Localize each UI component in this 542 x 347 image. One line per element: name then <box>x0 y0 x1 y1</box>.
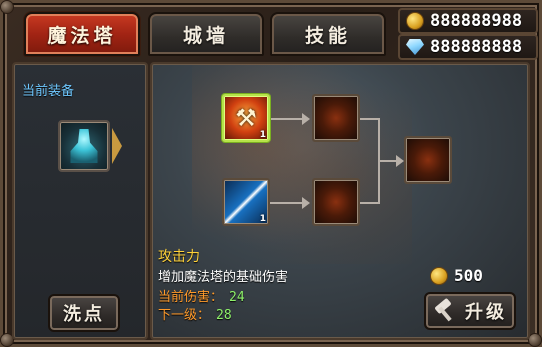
chevron-right-icon <box>112 128 122 164</box>
gold-display: 888888988 <box>398 8 538 34</box>
next-level-label: 下一级： <box>158 308 211 323</box>
diamond-icon <box>406 39 424 55</box>
gold-coin-icon <box>406 12 424 30</box>
fire-axe-icon: ⚒ <box>235 104 257 132</box>
hammer-icon <box>433 297 455 322</box>
current-damage-row: 当前伤害： 24 <box>158 286 245 305</box>
skill-level: 1 <box>259 214 266 224</box>
skill-node-lightning[interactable]: 1 <box>222 178 270 226</box>
tab-skills[interactable]: 技能 <box>270 12 386 56</box>
skill-node-axe[interactable]: ⚒ 1 <box>222 94 270 142</box>
upgrade-cost-value: 500 <box>454 266 483 285</box>
next-level-value: 28 <box>216 308 232 323</box>
current-damage-value: 24 <box>229 290 245 305</box>
connector-line <box>360 202 380 204</box>
upgrade-cost: 500 <box>430 266 483 285</box>
gold-amount: 888888988 <box>430 11 523 31</box>
arrow-right-icon <box>302 197 310 209</box>
skill-level: 1 <box>259 130 266 140</box>
gem-amount: 888888888 <box>430 37 523 57</box>
current-damage-label: 当前伤害： <box>158 290 224 305</box>
gold-coin-icon <box>430 266 448 285</box>
skill-node-final[interactable] <box>404 136 452 184</box>
upgrade-button[interactable]: 升级 <box>424 292 516 330</box>
connector-line <box>270 118 306 120</box>
arrow-right-icon <box>302 113 310 125</box>
corner-rivet-tl <box>0 0 14 14</box>
magic-tower-icon <box>70 129 98 163</box>
current-equipment-label: 当前装备 <box>22 84 75 99</box>
skill-node-locked-1[interactable] <box>312 94 360 142</box>
skill-description: 增加魔法塔的基础伤害 <box>158 270 289 285</box>
corner-rivet-br <box>528 333 542 347</box>
next-level-row: 下一级： 28 <box>158 304 232 323</box>
skill-node-locked-2[interactable] <box>312 178 360 226</box>
skill-title: 攻击力 <box>158 249 200 265</box>
gem-display: 888888888 <box>398 34 538 60</box>
arrow-right-icon <box>396 155 404 167</box>
connector-line <box>270 202 306 204</box>
tab-city-wall[interactable]: 城墙 <box>148 12 264 56</box>
tab-magic-tower[interactable]: 魔法塔 <box>24 12 140 56</box>
equipped-tower-slot[interactable] <box>58 120 110 172</box>
connector-line <box>360 118 380 120</box>
reset-points-button[interactable]: 洗点 <box>48 294 120 332</box>
upgrade-button-label: 升级 <box>465 302 507 323</box>
